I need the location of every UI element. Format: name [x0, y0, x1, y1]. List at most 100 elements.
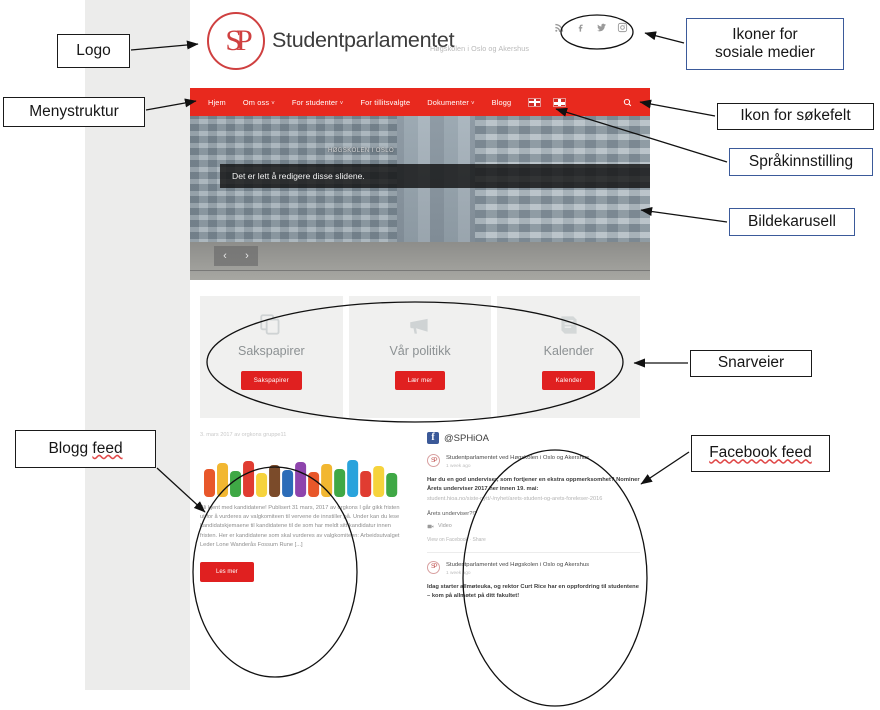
nav-item-hjem[interactable]: Hjem	[208, 98, 226, 107]
nav-item-om-oss[interactable]: Om oss ˅	[243, 98, 275, 107]
feed-row: 3. mars 2017 av orgkons gruppe11 Bli kje…	[190, 418, 650, 609]
facebook-feed-header: f @SPHiOA	[427, 432, 640, 444]
facebook-post-subtitle: Årets underviser?!?	[427, 510, 478, 517]
shortcut-title: Vår politikk	[389, 344, 451, 358]
video-icon	[427, 524, 434, 528]
annotation-sosiale-medier: Ikoner for sosiale medier	[686, 18, 844, 70]
carousel-arrows: ‹ ›	[214, 246, 258, 266]
carousel-caption: Det er lett å redigere disse slidene.	[220, 164, 650, 188]
shortcut-card-sakspapirer[interactable]: Sakspapirer Sakspapirer	[200, 296, 343, 418]
logo[interactable]: SP	[207, 12, 269, 74]
annotation-logo: Logo	[57, 34, 130, 68]
annotation-blogg-feed: Blogg feed	[15, 430, 156, 468]
nav-item-for-tillitsvalgte[interactable]: For tillitsvalgte	[360, 98, 410, 107]
carousel-prev-button[interactable]: ‹	[214, 246, 236, 266]
blog-post-excerpt: Bli kjent med kandidatene! Publisert 31 …	[200, 505, 400, 548]
facebook-post-actions[interactable]: View on Facebook · Share	[427, 537, 640, 543]
facebook-icon[interactable]	[575, 22, 586, 33]
english-flag-icon[interactable]	[528, 97, 542, 107]
annotation-label: Blogg feed	[48, 440, 122, 458]
facebook-post-video-label: Video	[438, 523, 452, 530]
social-icon-group	[554, 22, 628, 33]
facebook-feed: f @SPHiOA Studentparlamentet ved Høgskol…	[427, 432, 640, 609]
nav-label: For tillitsvalgte	[360, 97, 411, 107]
shortcut-button[interactable]: Kalender	[542, 371, 595, 390]
shortcut-cards: Sakspapirer Sakspapirer Vår politikk Lær…	[190, 280, 650, 418]
annotation-bildekarusell: Bildekarusell	[729, 208, 855, 236]
shortcut-card-kalender[interactable]: Kalender Kalender	[497, 296, 641, 418]
annotation-label: Logo	[76, 41, 111, 59]
image-carousel[interactable]: HØGSKOLEN I OSLO Det er lett å redigere …	[190, 116, 650, 280]
annotation-menystruktur: Menystruktur	[3, 97, 145, 127]
documents-icon	[258, 312, 284, 338]
nav-label: Dokumenter	[427, 97, 469, 107]
annotation-label: Språkinnstilling	[748, 152, 854, 170]
carousel-ground	[190, 242, 650, 280]
shortcut-button[interactable]: Lær mer	[394, 371, 446, 390]
shortcut-title: Kalender	[543, 344, 594, 358]
annotation-label-misspelled: feed	[92, 439, 123, 457]
divider	[427, 551, 640, 553]
annotation-snarveier: Snarveier	[690, 350, 812, 377]
screenshot-root: SP Studentparlamentet Høgskolen i Oslo o…	[0, 0, 880, 710]
shortcut-card-var-politikk[interactable]: Vår politikk Lær mer	[348, 296, 492, 418]
website-screenshot: SP Studentparlamentet Høgskolen i Oslo o…	[190, 0, 650, 690]
search-icon[interactable]	[623, 98, 632, 107]
rss-icon[interactable]	[554, 22, 565, 33]
facebook-post-author-row: Studentparlamentet ved Høgskolen i Oslo …	[427, 560, 640, 576]
facebook-post-body: Idag starter allmøteuka, og rektor Curt …	[427, 583, 639, 599]
avatar	[427, 454, 440, 467]
facebook-post-time: 1 week ago	[446, 570, 471, 576]
annotation-sprakinnstilling: Språkinnstilling	[729, 148, 873, 176]
carousel-next-button[interactable]: ›	[236, 246, 258, 266]
blog-post-meta: 3. mars 2017 av orgkons gruppe11	[200, 432, 287, 438]
logo-circle-icon: SP	[207, 12, 265, 70]
annotation-label-line1: Ikoner for	[732, 25, 798, 43]
shortcut-button[interactable]: Sakspapirer	[240, 371, 302, 390]
avatar	[427, 560, 440, 574]
facebook-post-video-row: Video	[427, 523, 640, 530]
carousel-caption-text: Det er lett å redigere disse slidene.	[232, 171, 365, 181]
chevron-down-icon: ˅	[339, 100, 344, 107]
carousel-tram-rail	[190, 269, 650, 271]
blog-read-more-button[interactable]: Les mer	[200, 562, 254, 583]
facebook-post-time: 1 week ago	[446, 463, 471, 469]
norwegian-flag-icon[interactable]	[553, 97, 567, 107]
chevron-down-icon: ˅	[271, 100, 275, 107]
annotation-label: Snarveier	[717, 354, 785, 372]
nav-item-dokumenter[interactable]: Dokumenter ˅	[427, 98, 474, 107]
facebook-post-author-row: Studentparlamentet ved Høgskolen i Oslo …	[427, 454, 640, 469]
facebook-handle: @SPHiOA	[444, 432, 490, 444]
facebook-icon: f	[427, 432, 439, 444]
main-navigation: Hjem Om oss ˅ For studenter ˅ For tillitsv…	[190, 88, 650, 116]
annotation-label-misspelled: Facebook feed	[709, 444, 812, 462]
page-title: Studentparlamentet	[272, 28, 455, 52]
nav-label: Om oss	[242, 97, 270, 107]
facebook-post-author: Studentparlamentet ved Høgskolen i Oslo …	[446, 455, 590, 461]
nav-item-blogg[interactable]: Blogg	[492, 98, 512, 107]
logo-monogram: SP	[225, 24, 252, 57]
arrow-bildekarusell	[640, 207, 728, 223]
blog-post-image	[200, 445, 401, 497]
nav-item-for-studenter[interactable]: For studenter ˅	[292, 98, 344, 107]
facebook-post-link[interactable]: student.hioa.no/siste-nytt/-/nyhet/arets…	[427, 495, 640, 504]
nav-label: Hjem	[208, 97, 226, 107]
site-tagline: Høgskolen i Oslo og Akershus	[430, 44, 530, 53]
annotation-sokefelt: Ikon for søkefelt	[717, 103, 874, 130]
chevron-down-icon: ˅	[471, 100, 475, 107]
arrow-sosiale-medier	[644, 31, 685, 44]
facebook-post-author: Studentparlamentet ved Høgskolen i Oslo …	[446, 561, 590, 568]
annotation-label-line2: sosiale medier	[715, 44, 815, 61]
annotation-facebook-feed: Facebook feed	[691, 435, 830, 472]
shortcut-title: Sakspapirer	[237, 344, 305, 358]
arrow-sokefelt	[639, 99, 716, 117]
annotation-label-plain: Blogg	[48, 439, 93, 457]
blog-post[interactable]: Bli kjent med kandidatene! Publisert 31 …	[200, 445, 413, 583]
instagram-icon[interactable]	[617, 22, 628, 33]
annotation-label: Menystruktur	[29, 102, 119, 120]
carousel-building-sign: HØGSKOLEN I OSLO	[328, 148, 395, 154]
raised-hands-illustration	[200, 457, 401, 497]
blog-feed: 3. mars 2017 av orgkons gruppe11 Bli kje…	[200, 432, 413, 609]
facebook-post-body: Har du en god underviser, som fortjener …	[427, 476, 640, 493]
twitter-icon[interactable]	[596, 22, 607, 33]
